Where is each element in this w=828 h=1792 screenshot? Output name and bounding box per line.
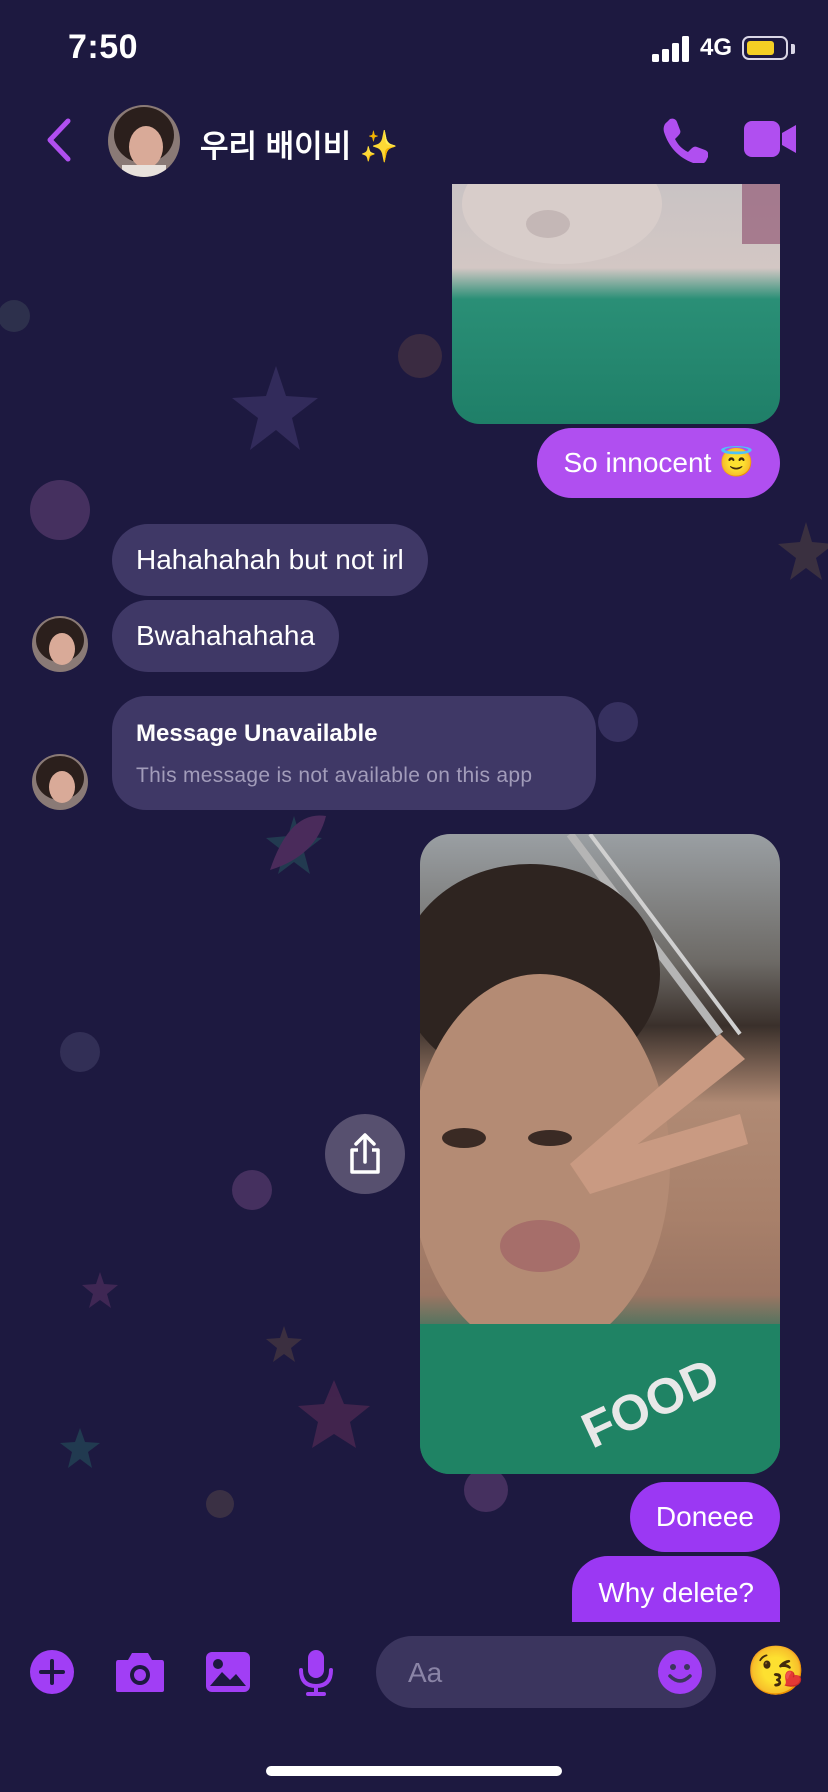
plus-icon[interactable]	[28, 1648, 76, 1696]
status-bar: 7:50 4G	[0, 0, 828, 100]
video-camera-icon[interactable]	[742, 117, 798, 161]
image-icon[interactable]	[204, 1650, 252, 1694]
composer-bar: 😘	[0, 1620, 828, 1720]
message-input-container[interactable]	[376, 1636, 716, 1708]
camera-icon[interactable]	[114, 1650, 166, 1694]
message-bubble-outgoing[interactable]: Why delete?	[572, 1556, 780, 1622]
status-time: 7:50	[68, 28, 139, 66]
contact-name[interactable]: 우리 배이비 ✨	[200, 121, 398, 166]
sender-avatar[interactable]	[32, 754, 88, 810]
message-bubble-incoming[interactable]: Bwahahahaha	[112, 600, 340, 672]
sent-photo-top[interactable]	[452, 184, 780, 424]
contact-avatar[interactable]	[108, 105, 180, 177]
message-bubble-outgoing[interactable]: Doneee	[629, 1482, 780, 1552]
chat-header: 우리 배이비 ✨	[0, 95, 828, 185]
message-input[interactable]	[406, 1650, 630, 1696]
sent-photo[interactable]: FOOD	[420, 834, 780, 1474]
home-indicator	[266, 1766, 562, 1776]
quick-reaction-emoji[interactable]: 😘	[746, 1644, 806, 1700]
message-unavailable-card[interactable]: Message Unavailable This message is not …	[112, 696, 596, 810]
back-button[interactable]	[40, 115, 80, 165]
battery-tip	[791, 44, 795, 54]
unavailable-subtitle: This message is not available on this ap…	[136, 764, 533, 787]
smiley-icon[interactable]	[656, 1648, 704, 1696]
network-label: 4G	[700, 34, 733, 61]
message-bubble-incoming[interactable]: Hahahahah but not irl	[112, 524, 428, 596]
sender-avatar[interactable]	[32, 616, 88, 672]
message-bubble-outgoing[interactable]: So innocent 😇	[537, 428, 780, 498]
phone-icon[interactable]	[660, 115, 708, 163]
signal-icon	[652, 36, 689, 62]
unavailable-title: Message Unavailable	[136, 720, 378, 747]
share-icon	[350, 1133, 380, 1174]
share-button[interactable]	[325, 1114, 405, 1194]
battery-icon	[742, 36, 788, 60]
microphone-icon[interactable]	[296, 1648, 336, 1696]
